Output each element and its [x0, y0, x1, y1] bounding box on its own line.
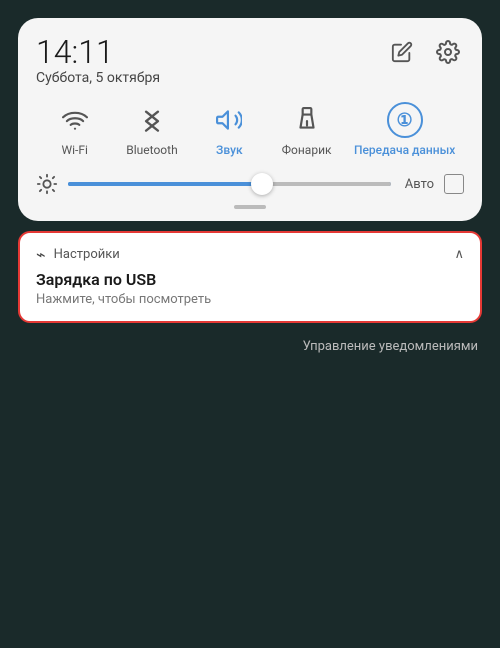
expand-icon[interactable]: ∧ [454, 247, 464, 262]
flashlight-toggle[interactable]: Фонарик [277, 102, 337, 157]
drag-handle [234, 205, 266, 209]
brightness-auto-label: Авто [405, 177, 434, 192]
quick-settings-card: 14:11 Суббота, 5 октября [18, 18, 482, 221]
brightness-row: Авто [36, 173, 464, 195]
wifi-icon [57, 102, 93, 138]
clock-time: 14:11 [36, 36, 160, 68]
bluetooth-icon [134, 102, 170, 138]
usb-icon: ⌁ [36, 245, 46, 264]
bluetooth-label: Bluetooth [126, 143, 177, 157]
brightness-slider[interactable] [68, 182, 391, 186]
edit-button[interactable] [386, 36, 418, 68]
notification-header: ⌁ Настройки ∧ [36, 245, 464, 264]
manage-notifications[interactable]: Управление уведомлениями [18, 339, 482, 354]
settings-button[interactable] [432, 36, 464, 68]
data-transfer-toggle[interactable]: ① Передача данных [354, 102, 455, 157]
header-action-icons [386, 36, 464, 68]
time-section: 14:11 Суббота, 5 октября [36, 36, 160, 86]
data-transfer-label: Передача данных [354, 143, 455, 157]
clock-date: Суббота, 5 октября [36, 70, 160, 86]
wifi-toggle[interactable]: Wi-Fi [45, 102, 105, 157]
manage-notifications-label: Управление уведомлениями [303, 339, 478, 354]
notification-subtitle: Нажмите, чтобы посмотреть [36, 292, 464, 307]
wifi-label: Wi-Fi [61, 143, 87, 157]
sound-label: Звук [216, 143, 243, 157]
bluetooth-toggle[interactable]: Bluetooth [122, 102, 182, 157]
toggles-row: Wi-Fi Bluetooth Звук [36, 102, 464, 157]
qs-header: 14:11 Суббота, 5 октября [36, 36, 464, 86]
brightness-icon [36, 173, 58, 195]
notification-app-name: Настройки [54, 247, 447, 262]
flashlight-icon [289, 102, 325, 138]
flashlight-label: Фонарик [282, 143, 332, 157]
sound-icon [211, 102, 247, 138]
auto-brightness-checkbox[interactable] [444, 174, 464, 194]
sound-toggle[interactable]: Звук [199, 102, 259, 157]
notification-card[interactable]: ⌁ Настройки ∧ Зарядка по USB Нажмите, чт… [18, 231, 482, 323]
notification-title: Зарядка по USB [36, 270, 464, 289]
data-transfer-icon: ① [387, 102, 423, 138]
